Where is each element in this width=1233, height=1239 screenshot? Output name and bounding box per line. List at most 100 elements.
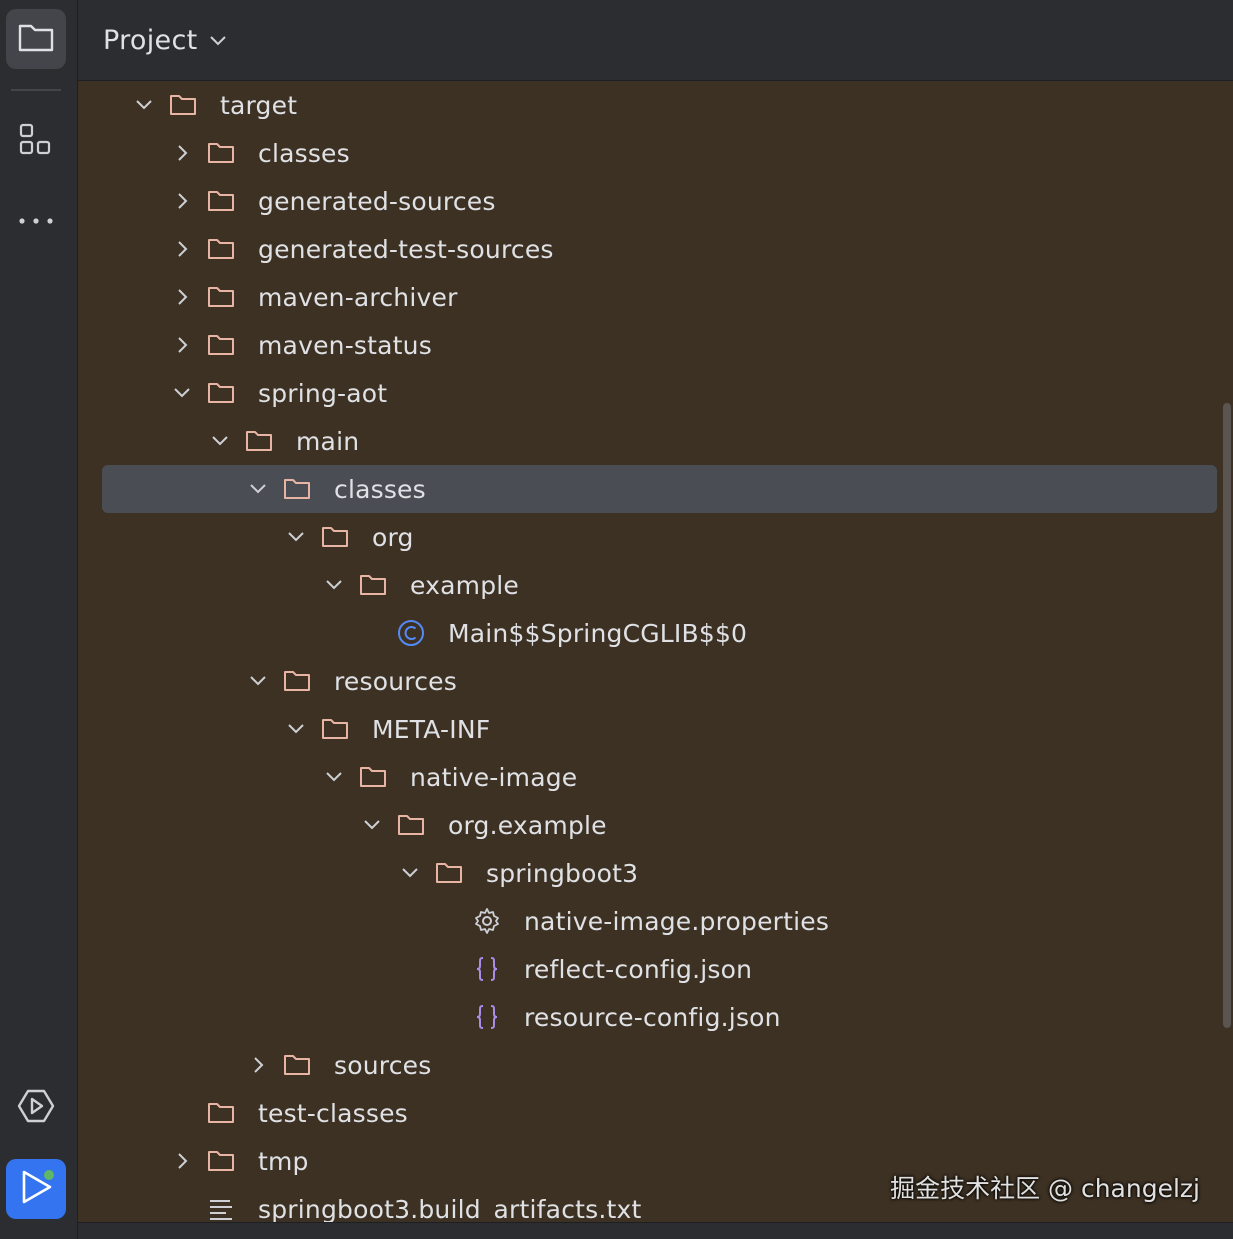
tree-item-label: spring-aot — [258, 378, 388, 408]
tree-row-target[interactable]: target — [78, 81, 1233, 129]
tree-item-label: generated-test-sources — [258, 234, 554, 264]
tree-row-maven-archiver[interactable]: maven-archiver — [78, 273, 1233, 321]
tree-item-label: springboot3.build_artifacts.txt — [258, 1194, 642, 1224]
tree-row-native-image[interactable]: native-image — [78, 753, 1233, 801]
tree-row-resource-config[interactable]: resource-config.json — [78, 993, 1233, 1041]
tree-row-target-classes[interactable]: classes — [78, 129, 1233, 177]
chevron-right-icon[interactable] — [170, 225, 194, 273]
tree-row-generated-test-sources[interactable]: generated-test-sources — [78, 225, 1233, 273]
chevron-right-icon[interactable] — [170, 273, 194, 321]
tree-row-native-image-properties[interactable]: native-image.properties — [78, 897, 1233, 945]
tree-row-springboot3[interactable]: springboot3 — [78, 849, 1233, 897]
tree-row-generated-sources[interactable]: generated-sources — [78, 177, 1233, 225]
tree-item-label: test-classes — [258, 1098, 408, 1128]
tree-row-main[interactable]: main — [78, 417, 1233, 465]
tree-item-label: generated-sources — [258, 186, 496, 216]
tree-item-label: example — [410, 570, 520, 600]
folder-icon — [206, 273, 236, 321]
project-panel-header: Project — [78, 0, 1233, 81]
project-tool-button[interactable] — [6, 9, 66, 69]
project-tree: target classes generated-sources generated-… — [78, 81, 1233, 1223]
tree-item-label: springboot3 — [486, 858, 639, 888]
chevron-down-icon[interactable] — [398, 849, 422, 897]
tool-window-stripe — [0, 0, 78, 1239]
folder-icon — [206, 321, 236, 369]
tree-item-label: tmp — [258, 1146, 309, 1176]
folder-icon — [206, 1089, 236, 1137]
folder-icon — [206, 369, 236, 417]
structure-icon — [19, 122, 53, 160]
vertical-scrollbar[interactable] — [1223, 403, 1231, 1028]
tree-row-sources[interactable]: sources — [78, 1041, 1233, 1089]
tree-item-label: reflect-config.json — [524, 954, 753, 984]
chevron-down-icon[interactable] — [360, 801, 384, 849]
chevron-down-icon[interactable] — [284, 705, 308, 753]
tree-row-test-classes[interactable]: test-classes — [78, 1089, 1233, 1137]
tree-item-label: resources — [334, 666, 457, 696]
services-tool-button[interactable] — [6, 1078, 66, 1138]
folder-icon — [206, 129, 236, 177]
chevron-right-icon[interactable] — [246, 1041, 270, 1089]
structure-tool-button[interactable] — [6, 111, 66, 171]
run-icon — [16, 1167, 56, 1211]
json-file-icon — [472, 993, 502, 1041]
tree-item-label: maven-archiver — [258, 282, 458, 312]
more-icon — [18, 211, 54, 230]
folder-icon — [282, 1041, 312, 1089]
tree-row-main-classes[interactable]: classes — [78, 465, 1233, 513]
chevron-down-icon[interactable] — [246, 465, 270, 513]
watermark: 掘金技术社区 @ changelzj — [890, 1174, 1200, 1203]
chevron-right-icon[interactable] — [170, 321, 194, 369]
tree-row-spring-aot[interactable]: spring-aot — [78, 369, 1233, 417]
tree-row-org[interactable]: org — [78, 513, 1233, 561]
folder-icon — [320, 705, 350, 753]
stripe-separator — [11, 89, 61, 91]
tree-item-label: Main$$SpringCGLIB$$0 — [448, 618, 748, 648]
tree-row-maven-status[interactable]: maven-status — [78, 321, 1233, 369]
folder-icon — [358, 561, 388, 609]
json-file-icon — [472, 945, 502, 993]
java-class-icon — [396, 609, 426, 657]
chevron-down-icon[interactable] — [170, 369, 194, 417]
tree-item-label: META-INF — [372, 714, 491, 744]
chevron-down-icon[interactable] — [322, 561, 346, 609]
chevron-down-icon[interactable] — [246, 657, 270, 705]
tree-row-main-class[interactable]: Main$$SpringCGLIB$$0 — [78, 609, 1233, 657]
tree-row-meta-inf[interactable]: META-INF — [78, 705, 1233, 753]
folder-icon — [282, 465, 312, 513]
tree-item-label: maven-status — [258, 330, 432, 360]
chevron-down-icon[interactable] — [322, 753, 346, 801]
chevron-down-icon[interactable] — [132, 81, 156, 129]
folder-icon — [206, 225, 236, 273]
folder-icon — [396, 801, 426, 849]
tree-item-label: classes — [334, 474, 426, 504]
folder-icon — [244, 417, 274, 465]
panel-title[interactable]: Project — [103, 25, 197, 56]
more-tools-button[interactable] — [6, 190, 66, 250]
run-tool-button[interactable] — [6, 1159, 66, 1219]
chevron-down-icon[interactable] — [209, 34, 227, 46]
folder-icon — [18, 22, 54, 56]
chevron-down-icon[interactable] — [284, 513, 308, 561]
tree-item-label: classes — [258, 138, 350, 168]
tree-row-example[interactable]: example — [78, 561, 1233, 609]
folder-icon — [206, 1137, 236, 1185]
chevron-right-icon[interactable] — [170, 129, 194, 177]
chevron-right-icon[interactable] — [170, 1137, 194, 1185]
chevron-right-icon[interactable] — [170, 177, 194, 225]
tree-row-reflect-config[interactable]: reflect-config.json — [78, 945, 1233, 993]
services-icon — [16, 1086, 56, 1130]
folder-icon — [206, 177, 236, 225]
folder-icon — [320, 513, 350, 561]
tree-item-label: resource-config.json — [524, 1002, 781, 1032]
panel-bottom-edge — [78, 1222, 1233, 1239]
settings-file-icon — [472, 897, 502, 945]
tree-row-org-example[interactable]: org.example — [78, 801, 1233, 849]
text-file-icon — [206, 1185, 236, 1223]
folder-icon — [434, 849, 464, 897]
tree-row-resources[interactable]: resources — [78, 657, 1233, 705]
folder-icon — [168, 81, 198, 129]
tree-item-label: org.example — [448, 810, 607, 840]
chevron-down-icon[interactable] — [208, 417, 232, 465]
tree-item-label: native-image.properties — [524, 906, 830, 936]
